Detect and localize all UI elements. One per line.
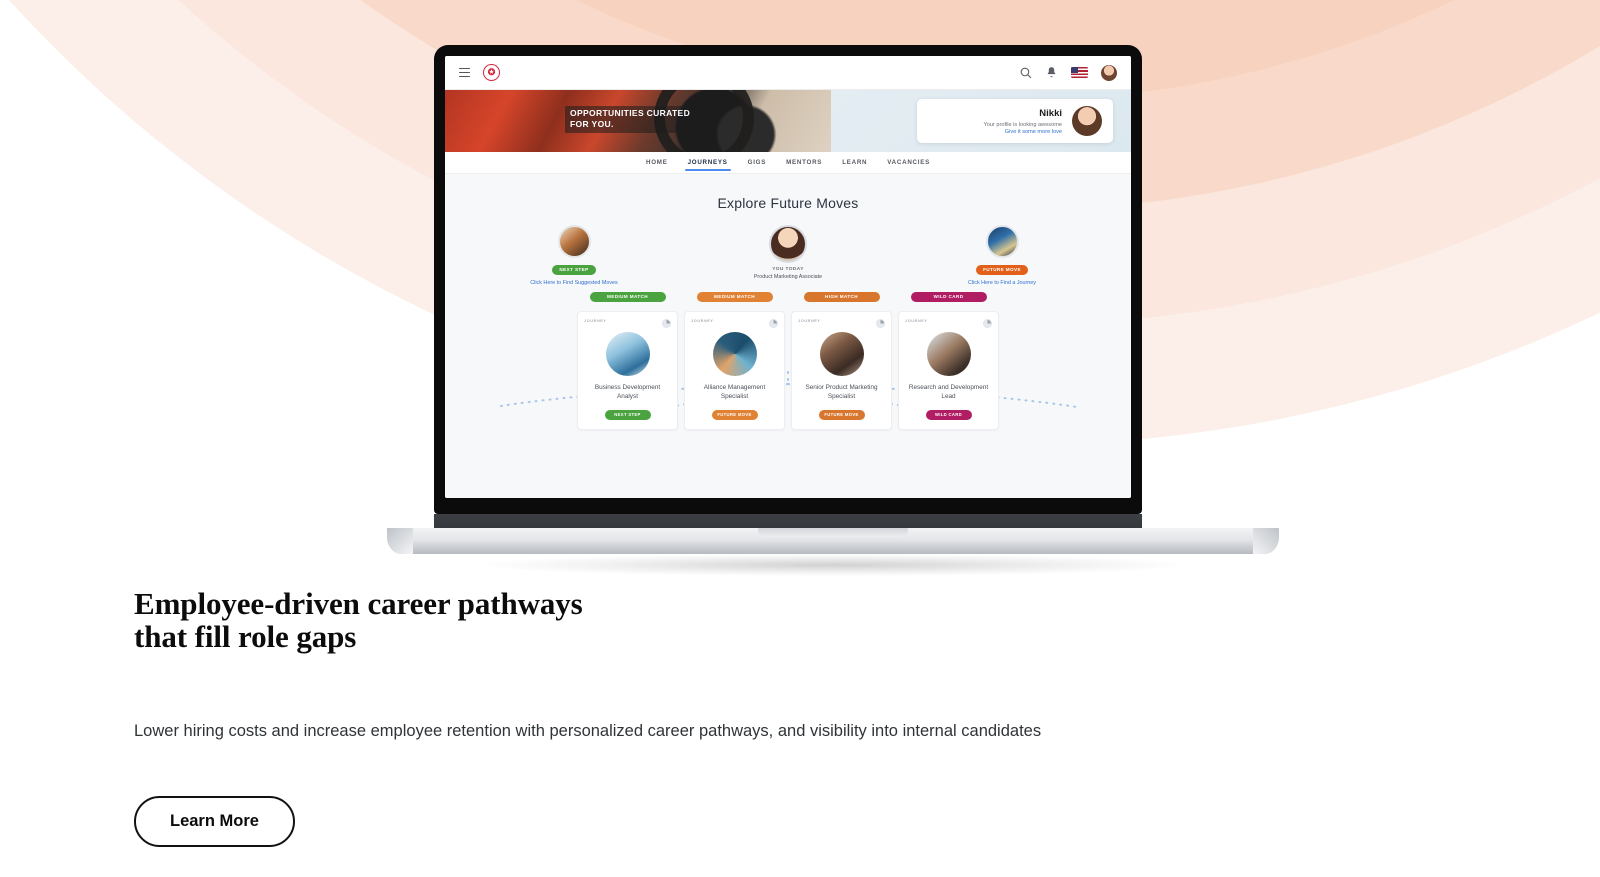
marketing-section: Employee-driven career pathways that fil… xyxy=(134,586,1534,848)
person-label[interactable]: Click Here to Find a Journey xyxy=(937,280,1067,288)
persons-row: NEXT STEP Click Here to Find Suggested M… xyxy=(445,225,1131,288)
page-root: ✪ OPPORTUNITIES CURATED FOR YOU. Nikki Y… xyxy=(0,0,1600,877)
card-body[interactable]: JOURNEY Business Development Analyst NEX… xyxy=(577,310,678,430)
person-role: Product Marketing Associate xyxy=(753,273,823,280)
page-title: Explore Future Moves xyxy=(717,195,859,211)
laptop-mockup: ✪ OPPORTUNITIES CURATED FOR YOU. Nikki Y… xyxy=(387,45,1279,576)
journey-card-4: WILD CARD JOURNEY Research and Developme… xyxy=(898,291,999,430)
app-main-content: Explore Future Moves NEXT STEP Click Her… xyxy=(445,174,1131,498)
profile-link[interactable]: Give it some more love xyxy=(928,129,1062,135)
progress-pie-icon xyxy=(769,318,778,328)
person-badge: FUTURE MOVE xyxy=(976,264,1028,275)
tab-learn[interactable]: LEARN xyxy=(842,159,867,170)
hero-caption-line1: OPPORTUNITIES CURATED xyxy=(570,108,691,118)
person-you-today[interactable]: YOU TODAY Product Marketing Associate xyxy=(723,225,853,288)
app-topbar: ✪ xyxy=(445,56,1131,90)
hero-banner: OPPORTUNITIES CURATED FOR YOU. Nikki You… xyxy=(445,90,1131,152)
brand-glyph: ✪ xyxy=(487,67,496,77)
match-badge: WILD CARD xyxy=(910,291,987,302)
journey-card-1: MEDIUM MATCH JOURNEY Business Developmen… xyxy=(577,291,678,430)
card-header: JOURNEY xyxy=(691,318,778,328)
card-image xyxy=(819,331,864,376)
card-title: Alliance Management Specialist xyxy=(703,383,766,401)
journey-card-2: MEDIUM MATCH JOURNEY Alliance Management… xyxy=(684,291,785,430)
card-body[interactable]: JOURNEY Research and Development Lead WI… xyxy=(898,310,999,430)
card-image xyxy=(605,331,650,376)
card-header: JOURNEY xyxy=(905,318,992,328)
match-badge: MEDIUM MATCH xyxy=(696,291,773,302)
laptop-hinge xyxy=(434,514,1142,528)
profile-avatar xyxy=(1072,106,1102,136)
person-badge: NEXT STEP xyxy=(552,264,596,275)
headline-line-1: Employee-driven career pathways xyxy=(134,586,583,621)
card-image xyxy=(926,331,971,376)
laptop-base xyxy=(387,528,1279,576)
progress-pie-icon xyxy=(662,318,671,328)
card-footer-badge: NEXT STEP xyxy=(604,409,651,420)
person-caption: YOU TODAY xyxy=(772,267,804,272)
brand-logo-icon[interactable]: ✪ xyxy=(483,64,500,81)
card-header: JOURNEY xyxy=(798,318,885,328)
profile-name: Nikki xyxy=(1039,107,1062,119)
person-future-move[interactable]: FUTURE MOVE Click Here to Find a Journey xyxy=(937,225,1067,288)
search-icon[interactable] xyxy=(1019,66,1032,79)
card-kicker: JOURNEY xyxy=(584,318,607,323)
card-title: Senior Product Marketing Specialist xyxy=(805,383,878,401)
laptop-notch xyxy=(758,528,908,537)
profile-subtitle: Your profile is looking awesome xyxy=(983,121,1062,128)
person-next-step[interactable]: NEXT STEP Click Here to Find Suggested M… xyxy=(509,225,639,288)
topbar-actions xyxy=(1019,64,1117,81)
match-badge: MEDIUM MATCH xyxy=(589,291,666,302)
tab-home[interactable]: HOME xyxy=(646,159,668,170)
card-footer-badge: FUTURE MOVE xyxy=(818,409,865,420)
notification-bell-icon[interactable] xyxy=(1045,66,1058,79)
learn-more-button[interactable]: Learn More xyxy=(134,796,295,848)
card-body[interactable]: JOURNEY Senior Product Marketing Special… xyxy=(791,310,892,430)
journey-card-3: HIGH MATCH JOURNEY Senior Product Market… xyxy=(791,291,892,430)
laptop-screen: ✪ OPPORTUNITIES CURATED FOR YOU. Nikki Y… xyxy=(445,56,1131,498)
card-title: Business Development Analyst xyxy=(594,383,661,401)
section-headline: Employee-driven career pathways that fil… xyxy=(134,586,1534,654)
card-header: JOURNEY xyxy=(584,318,671,328)
hero-image: OPPORTUNITIES CURATED FOR YOU. xyxy=(445,90,831,152)
tab-mentors[interactable]: MENTORS xyxy=(786,159,822,170)
tab-vacancies[interactable]: VACANCIES xyxy=(887,159,930,170)
laptop-shadow xyxy=(483,554,1183,576)
card-title: Research and Development Lead xyxy=(908,383,989,401)
person-avatar-icon xyxy=(557,225,591,258)
tab-journeys[interactable]: JOURNEYS xyxy=(684,159,731,171)
progress-pie-icon xyxy=(876,318,885,328)
match-badge: HIGH MATCH xyxy=(803,291,880,302)
journey-cards-row: MEDIUM MATCH JOURNEY Business Developmen… xyxy=(445,291,1131,430)
tab-gigs[interactable]: GIGS xyxy=(748,159,766,170)
person-label: YOU TODAY Product Marketing Associate xyxy=(723,267,853,282)
card-kicker: JOURNEY xyxy=(905,318,928,323)
person-avatar-icon xyxy=(985,225,1019,258)
us-flag-icon[interactable] xyxy=(1071,67,1088,78)
hero-right-panel: Nikki Your profile is looking awesome Gi… xyxy=(831,90,1131,152)
profile-card-text: Nikki Your profile is looking awesome Gi… xyxy=(928,108,1062,135)
card-body[interactable]: JOURNEY Alliance Management Specialist F… xyxy=(684,310,785,430)
person-label[interactable]: Click Here to Find Suggested Moves xyxy=(509,280,639,288)
hamburger-icon[interactable] xyxy=(459,68,470,77)
progress-pie-icon xyxy=(983,318,992,328)
headline-line-2: that fill role gaps xyxy=(134,618,357,654)
section-body-text: Lower hiring costs and increase employee… xyxy=(134,721,1042,740)
person-avatar-icon xyxy=(769,225,807,263)
laptop-lid: ✪ OPPORTUNITIES CURATED FOR YOU. Nikki Y… xyxy=(434,45,1142,514)
app-nav-tabs: HOME JOURNEYS GIGS MENTORS LEARN VACANCI… xyxy=(445,152,1131,174)
profile-card[interactable]: Nikki Your profile is looking awesome Gi… xyxy=(917,99,1113,143)
hero-caption-line2: FOR YOU. xyxy=(570,119,614,130)
card-footer-badge: WILD CARD xyxy=(925,409,972,420)
hero-caption: OPPORTUNITIES CURATED FOR YOU. xyxy=(565,106,696,133)
card-kicker: JOURNEY xyxy=(691,318,714,323)
card-footer-badge: FUTURE MOVE xyxy=(711,409,758,420)
card-kicker: JOURNEY xyxy=(798,318,821,323)
account-avatar-icon[interactable] xyxy=(1101,64,1117,81)
card-image xyxy=(712,331,757,376)
